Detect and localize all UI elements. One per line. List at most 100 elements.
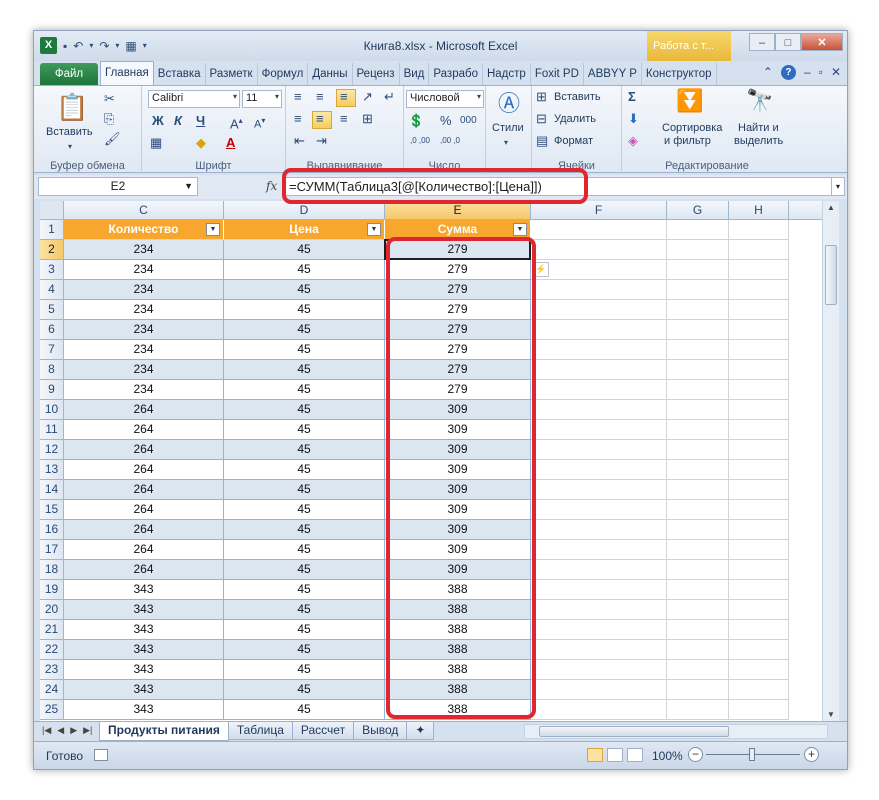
quantity-cell[interactable]: 264 [64, 500, 224, 520]
row-header[interactable]: 12 [40, 440, 64, 460]
price-cell[interactable]: 45 [224, 280, 385, 300]
decrease-indent-icon[interactable]: ⇤ [294, 134, 305, 148]
align-right-icon[interactable]: ≡ [340, 112, 348, 126]
quantity-cell[interactable]: 264 [64, 440, 224, 460]
empty-cell[interactable] [667, 460, 729, 480]
price-cell[interactable]: 45 [224, 660, 385, 680]
minimize-ribbon-icon[interactable]: ⌃ [763, 65, 773, 80]
empty-cell[interactable] [667, 620, 729, 640]
empty-cell[interactable] [531, 440, 667, 460]
price-cell[interactable]: 45 [224, 360, 385, 380]
column-header-h[interactable]: H [729, 201, 789, 220]
paste-dropdown-icon[interactable]: ▾ [68, 140, 72, 154]
styles-button[interactable]: Стили [492, 122, 524, 134]
empty-cell[interactable] [729, 420, 789, 440]
grow-font-icon[interactable]: A▴ [230, 114, 243, 131]
filter-dropdown-icon[interactable]: ▼ [206, 223, 220, 236]
column-header-g[interactable]: G [667, 201, 729, 220]
zoom-out-button[interactable]: − [688, 747, 703, 762]
empty-cell[interactable] [667, 440, 729, 460]
row-header[interactable]: 3 [40, 260, 64, 280]
row-header[interactable]: 6 [40, 320, 64, 340]
tab-design[interactable]: Конструктор [642, 63, 717, 85]
increase-decimal-button[interactable]: ,0 ,00 [406, 134, 434, 148]
empty-cell[interactable] [729, 340, 789, 360]
empty-cell[interactable] [729, 540, 789, 560]
empty-cell[interactable] [729, 440, 789, 460]
quantity-cell[interactable]: 343 [64, 680, 224, 700]
empty-cell[interactable] [729, 620, 789, 640]
sheet-tab-output[interactable]: Вывод [353, 722, 408, 740]
price-cell[interactable]: 45 [224, 560, 385, 580]
empty-cell[interactable] [531, 340, 667, 360]
quantity-cell[interactable]: 234 [64, 360, 224, 380]
doc-close-icon[interactable]: ✕ [831, 65, 841, 80]
empty-cell[interactable] [531, 400, 667, 420]
borders-icon[interactable]: ▦ [150, 136, 162, 150]
empty-cell[interactable] [667, 340, 729, 360]
underline-button[interactable]: Ч [196, 114, 205, 128]
price-cell[interactable]: 45 [224, 600, 385, 620]
quantity-cell[interactable]: 264 [64, 560, 224, 580]
align-top-icon[interactable]: ≡ [294, 90, 302, 104]
doc-minimize-icon[interactable]: ‒ [804, 65, 811, 80]
quantity-cell[interactable]: 234 [64, 280, 224, 300]
empty-cell[interactable] [667, 700, 729, 720]
empty-cell[interactable] [667, 580, 729, 600]
empty-cell[interactable] [531, 360, 667, 380]
quantity-cell[interactable]: 264 [64, 460, 224, 480]
empty-cell[interactable] [729, 680, 789, 700]
styles-dropdown-icon[interactable]: ▾ [504, 136, 508, 150]
row-header[interactable]: 15 [40, 500, 64, 520]
increase-indent-icon[interactable]: ⇥ [316, 134, 327, 148]
tab-page-layout[interactable]: Разметк [206, 63, 258, 85]
format-cells-button[interactable]: Формат [554, 135, 593, 147]
empty-cell[interactable] [667, 560, 729, 580]
empty-cell[interactable] [531, 220, 667, 240]
tab-formulas[interactable]: Формул [258, 63, 309, 85]
empty-cell[interactable] [729, 580, 789, 600]
price-cell[interactable]: 45 [224, 480, 385, 500]
quantity-cell[interactable]: 234 [64, 340, 224, 360]
empty-cell[interactable] [729, 560, 789, 580]
zoom-in-button[interactable]: + [804, 747, 819, 762]
zoom-level[interactable]: 100% [652, 749, 683, 763]
price-cell[interactable]: 45 [224, 700, 385, 720]
empty-cell[interactable] [531, 500, 667, 520]
name-box[interactable]: E2 ▼ [38, 177, 198, 196]
tab-review[interactable]: Реценз [353, 63, 400, 85]
format-painter-icon[interactable]: 🖌 [104, 132, 121, 146]
align-left-icon[interactable]: ≡ [294, 112, 302, 126]
help-icon[interactable]: ? [780, 65, 796, 80]
price-cell[interactable]: 45 [224, 580, 385, 600]
row-header[interactable]: 2 [40, 240, 64, 260]
empty-cell[interactable] [531, 580, 667, 600]
quantity-cell[interactable]: 343 [64, 640, 224, 660]
row-header[interactable]: 18 [40, 560, 64, 580]
price-cell[interactable]: 45 [224, 380, 385, 400]
empty-cell[interactable] [531, 480, 667, 500]
empty-cell[interactable] [667, 480, 729, 500]
maximize-icon[interactable]: □ [775, 33, 801, 51]
first-sheet-icon[interactable]: |◀ [42, 725, 51, 736]
fill-icon[interactable]: ⬇ [628, 112, 639, 126]
empty-cell[interactable] [531, 320, 667, 340]
row-header[interactable]: 7 [40, 340, 64, 360]
row-header[interactable]: 21 [40, 620, 64, 640]
quantity-cell[interactable]: 234 [64, 240, 224, 260]
font-size-combo[interactable]: 11 ▾ [242, 90, 282, 108]
sheet-tab-products[interactable]: Продукты питания [99, 722, 229, 741]
paste-icon[interactable]: 📋 [56, 92, 88, 122]
zoom-slider-thumb[interactable] [749, 748, 755, 761]
sort-filter-label-1[interactable]: Сортировка [662, 122, 722, 134]
row-header[interactable]: 19 [40, 580, 64, 600]
empty-cell[interactable] [729, 300, 789, 320]
tab-foxit[interactable]: Foxit PD [531, 63, 584, 85]
price-cell[interactable]: 45 [224, 320, 385, 340]
empty-cell[interactable] [729, 600, 789, 620]
orientation-icon[interactable]: ↗ [362, 90, 373, 104]
empty-cell[interactable] [531, 520, 667, 540]
price-cell[interactable]: 45 [224, 520, 385, 540]
empty-cell[interactable] [729, 700, 789, 720]
row-header[interactable]: 25 [40, 700, 64, 720]
